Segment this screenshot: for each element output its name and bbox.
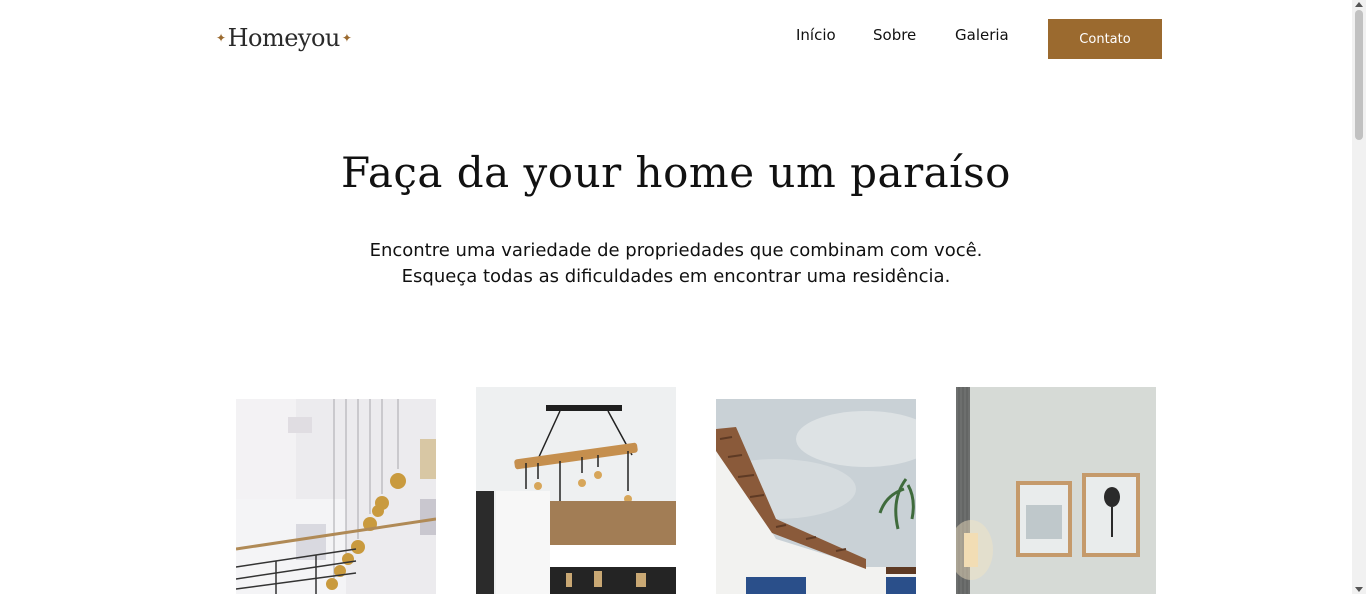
- hero-title: Faça da your home um paraíso: [341, 148, 1011, 197]
- stairway-pendant-lights-image: [236, 399, 436, 594]
- logo[interactable]: ✦ Homeyou ✦: [214, 24, 353, 52]
- scroll-down-icon[interactable]: [1355, 587, 1363, 592]
- hero-subtitle-line: Esqueça todas as dificuldades em encontr…: [401, 266, 951, 287]
- logo-text: Homeyou: [227, 24, 341, 52]
- nav-link-sobre[interactable]: Sobre: [873, 26, 916, 44]
- star-icon: ✦: [216, 31, 226, 45]
- living-room-frames-image: [956, 387, 1156, 594]
- house-roof-palm-image: [716, 399, 916, 594]
- page-scrollbar[interactable]: [1352, 0, 1366, 594]
- nav-link-galeria[interactable]: Galeria: [955, 26, 1009, 44]
- star-icon: ✦: [341, 31, 352, 45]
- hero-subtitle: Encontre uma variedade de propriedades q…: [0, 238, 1352, 290]
- nav-link-inicio[interactable]: Início: [796, 26, 836, 44]
- kitchen-pendant-lamp-image: [476, 387, 676, 594]
- hero-subtitle-line: Encontre uma variedade de propriedades q…: [369, 240, 983, 261]
- scroll-thumb[interactable]: [1355, 10, 1363, 140]
- site-header: ✦ Homeyou ✦ Início Sobre Galeria Contato: [0, 0, 1352, 80]
- scroll-up-icon[interactable]: [1355, 2, 1363, 7]
- contact-button[interactable]: Contato: [1048, 19, 1162, 59]
